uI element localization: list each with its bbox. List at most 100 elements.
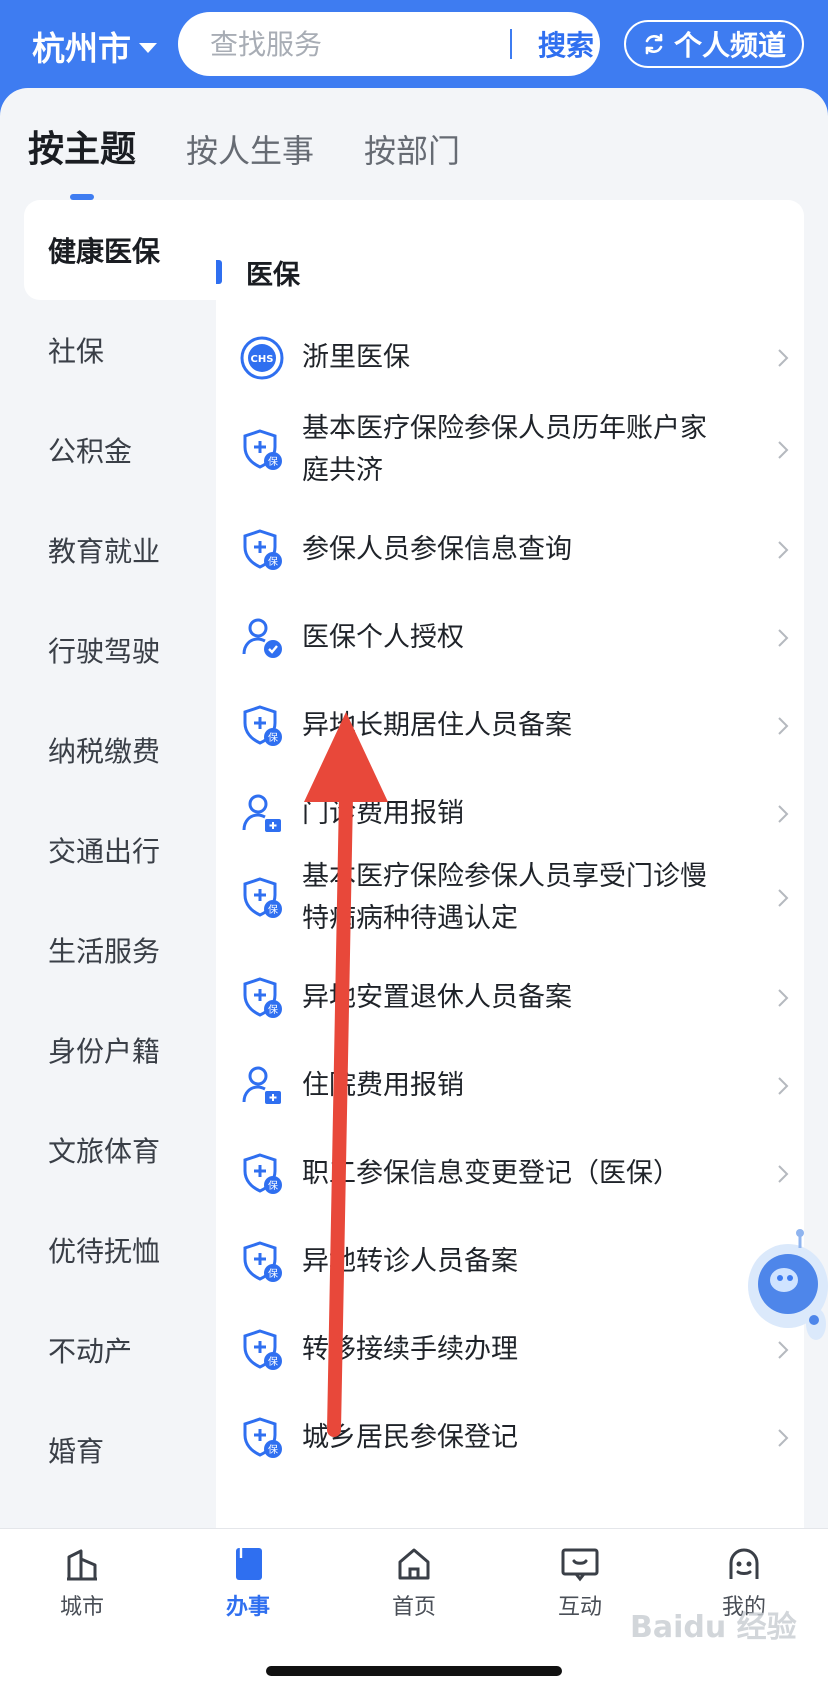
shield-plus-icon: 保	[243, 1329, 282, 1370]
service-item[interactable]: 保 异地转诊人员备案	[240, 1232, 796, 1292]
chevron-right-icon	[778, 1165, 789, 1183]
service-item-label: 参保人员参保信息查询	[302, 534, 572, 565]
category-preferential[interactable]: 优待抚恤	[24, 1200, 216, 1300]
caret-down-icon	[139, 43, 157, 53]
nav-city-label: 城市	[59, 1595, 104, 1620]
user-medical-icon	[242, 1066, 281, 1104]
user-medical-icon	[242, 794, 281, 832]
tab-by-life-event[interactable]: 按人生事	[186, 126, 314, 172]
nav-city[interactable]: 城市	[32, 1545, 132, 1621]
chevron-right-icon	[778, 989, 789, 1007]
service-item-label: 异地长期居住人员备案	[302, 710, 572, 741]
search-bar: 搜索	[178, 12, 600, 76]
refresh-icon	[645, 33, 663, 55]
category-education-employment[interactable]: 教育就业	[24, 500, 216, 600]
category-driving[interactable]: 行驶驾驶	[24, 600, 216, 700]
shield-plus-icon: 保	[243, 1153, 282, 1194]
shield-plus-icon: 保	[243, 529, 282, 570]
service-item-label: 城乡居民参保登记	[302, 1422, 518, 1453]
service-item-label: 医保个人授权	[302, 622, 464, 653]
section-title-label: 医保	[246, 259, 300, 291]
shield-plus-icon: 保	[243, 429, 282, 470]
svg-text:保: 保	[268, 903, 278, 916]
service-item[interactable]: 保 转移接续手续办理	[240, 1320, 796, 1380]
service-item[interactable]: CHS 浙里医保	[240, 328, 796, 388]
home-icon	[398, 1548, 430, 1580]
service-item[interactable]: 保 职工参保信息变更登记（医保）	[240, 1144, 796, 1204]
service-item[interactable]: 保 异地长期居住人员备案	[240, 696, 796, 756]
chevron-right-icon	[778, 541, 789, 559]
svg-text:保: 保	[268, 455, 278, 468]
category-transport[interactable]: 交通出行	[24, 800, 216, 900]
service-item[interactable]: 保 异地安置退休人员备案	[240, 968, 796, 1028]
shield-plus-icon: 保	[243, 705, 282, 746]
shield-plus-icon: 保	[243, 977, 282, 1018]
category-social-security[interactable]: 社保	[24, 300, 216, 400]
category-real-estate[interactable]: 不动产	[24, 1300, 216, 1400]
service-item[interactable]: 保 基本医疗保险参保人员历年账户家庭共济	[240, 400, 796, 500]
city-selector[interactable]: 杭州市	[32, 22, 157, 70]
svg-text:保: 保	[268, 555, 278, 568]
shield-plus-icon: 保	[243, 1417, 282, 1458]
service-item[interactable]: 门诊费用报销	[240, 784, 796, 844]
nav-interaction-label: 互动	[557, 1595, 602, 1620]
service-list-panel: 医保 CHS 浙里医保 保 基本医疗保险参保人员历年账户家庭共济 保 参保人员参…	[216, 200, 804, 1528]
tab-by-theme[interactable]: 按主题	[28, 120, 136, 200]
svg-text:CHS: CHS	[251, 354, 274, 365]
service-item-label: 基本医疗保险参保人员历年账户家庭共济	[302, 413, 707, 486]
nav-affairs[interactable]: 办事	[198, 1545, 298, 1621]
svg-text:保: 保	[268, 1003, 278, 1016]
profile-face-icon	[729, 1548, 759, 1579]
service-item-label: 异地转诊人员备案	[302, 1246, 518, 1277]
shield-plus-icon: 保	[243, 877, 282, 918]
service-item[interactable]: 住院费用报销	[240, 1056, 796, 1116]
city-icon	[67, 1549, 97, 1581]
search-button[interactable]: 搜索	[538, 24, 594, 64]
category-culture-sports[interactable]: 文旅体育	[24, 1100, 216, 1200]
search-input[interactable]	[210, 27, 510, 61]
category-tax[interactable]: 纳税缴费	[24, 700, 216, 800]
service-item-label: 基本医疗保险参保人员享受门诊慢特病病种待遇认定	[302, 861, 707, 934]
personal-channel-button[interactable]: 个人频道	[624, 20, 804, 68]
category-life-services[interactable]: 生活服务	[24, 900, 216, 1000]
category-health-insurance[interactable]: 健康医保	[24, 200, 216, 300]
service-item-label: 转移接续手续办理	[302, 1334, 518, 1365]
search-divider	[510, 29, 512, 59]
service-item[interactable]: 医保个人授权	[240, 608, 796, 668]
svg-text:保: 保	[268, 1179, 278, 1192]
svg-text:保: 保	[268, 731, 278, 744]
user-check-icon	[242, 618, 282, 658]
section-title: 医保	[216, 256, 300, 291]
assistant-robot-icon[interactable]	[740, 1228, 828, 1358]
category-identity[interactable]: 身份户籍	[24, 1000, 216, 1100]
svg-text:保: 保	[268, 1355, 278, 1368]
service-item-label: 职工参保信息变更登记（医保）	[302, 1158, 680, 1189]
service-item-label: 门诊费用报销	[302, 798, 464, 829]
service-item-label: 异地安置退休人员备案	[302, 982, 572, 1013]
category-marriage-birth[interactable]: 婚育	[24, 1400, 216, 1500]
category-sidebar: 健康医保 社保 公积金 教育就业 行驶驾驶 纳税缴费 交通出行 生活服务 身份户…	[24, 200, 216, 1528]
nav-affairs-label: 办事	[225, 1595, 270, 1620]
service-item[interactable]: 保 参保人员参保信息查询	[240, 520, 796, 580]
chevron-right-icon	[778, 349, 789, 367]
service-item[interactable]: 保 城乡居民参保登记	[240, 1408, 796, 1468]
chevron-right-icon	[778, 1429, 789, 1447]
section-title-bar	[216, 260, 222, 284]
service-item[interactable]: 保 基本医疗保险参保人员享受门诊慢特病病种待遇认定	[240, 848, 796, 948]
chs-logo-icon: CHS	[240, 336, 284, 380]
service-item-label: 浙里医保	[302, 342, 410, 373]
personal-channel-label: 个人频道	[673, 29, 786, 62]
home-indicator[interactable]	[266, 1666, 562, 1676]
nav-home[interactable]: 首页	[364, 1545, 464, 1621]
svg-text:保: 保	[268, 1443, 278, 1456]
tab-by-department[interactable]: 按部门	[364, 126, 460, 172]
nav-home-label: 首页	[391, 1595, 436, 1620]
service-item-label: 住院费用报销	[302, 1070, 464, 1101]
chevron-right-icon	[778, 441, 789, 459]
svg-text:保: 保	[268, 1267, 278, 1280]
nav-interaction[interactable]: 互动	[530, 1545, 630, 1621]
theme-tabs: 按主题 按人生事 按部门	[28, 120, 460, 200]
watermark: Baidu 经验	[630, 1610, 797, 1645]
category-housing-fund[interactable]: 公积金	[24, 400, 216, 500]
chat-icon	[561, 1548, 599, 1582]
